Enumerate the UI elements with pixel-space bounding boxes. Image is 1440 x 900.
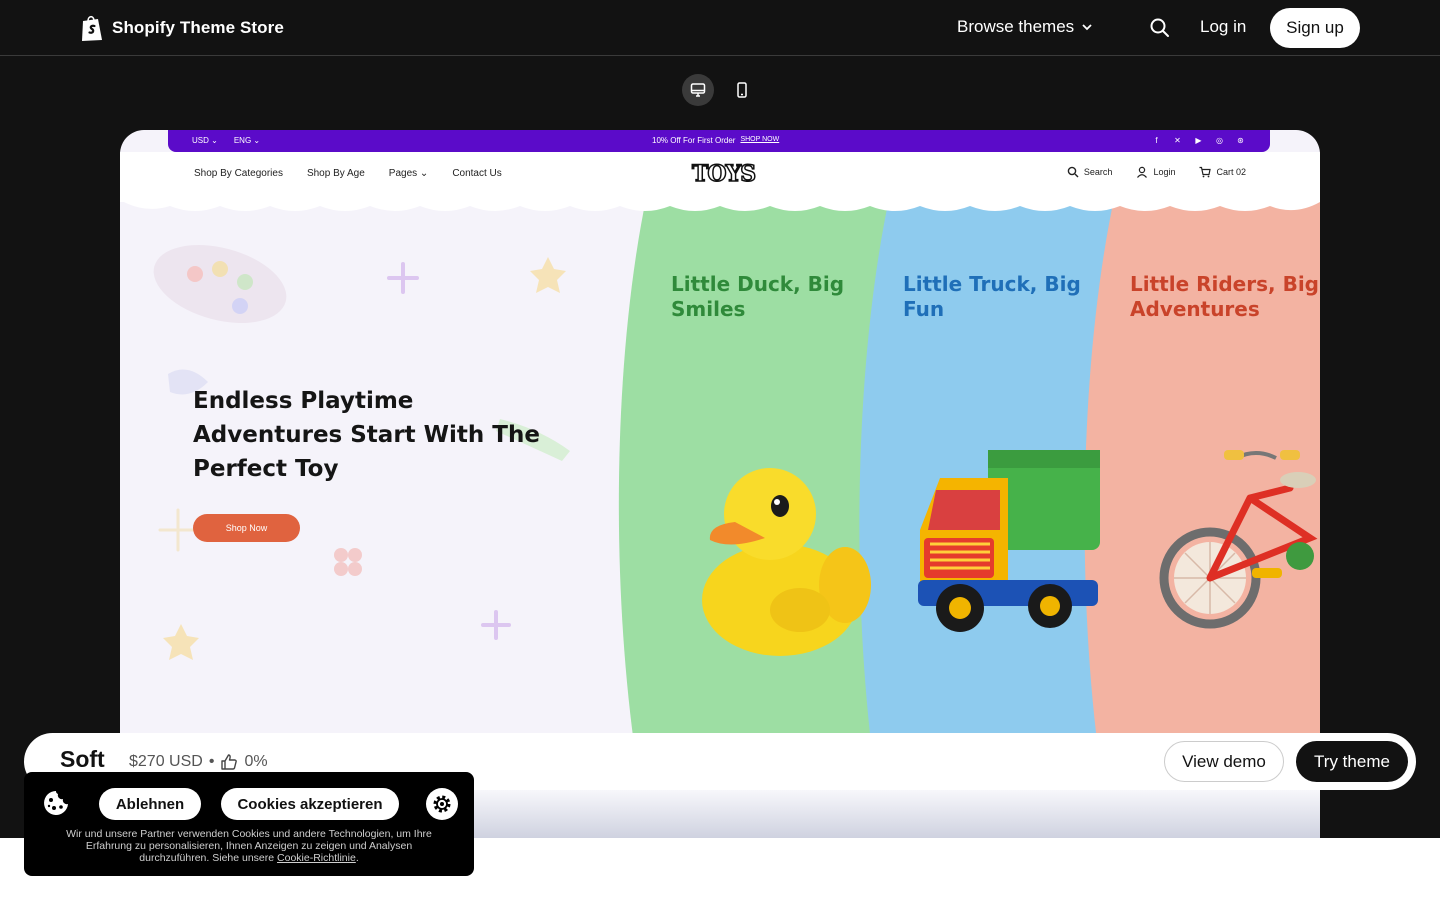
desktop-view-button[interactable] xyxy=(682,74,714,106)
store-search-label: Search xyxy=(1083,167,1113,177)
language-label: ENG xyxy=(233,136,252,145)
instagram-icon[interactable]: ◎ xyxy=(1214,135,1225,146)
mobile-icon xyxy=(737,82,747,98)
theme-price: $270 USD xyxy=(129,753,203,770)
device-toggle xyxy=(682,74,758,106)
cookie-policy-link[interactable]: Cookie-Richtlinie xyxy=(277,852,356,864)
shopify-bag-icon xyxy=(82,15,102,41)
panel-title-line: Smiles xyxy=(671,297,746,321)
top-navigation: Shopify Theme Store Browse themes Log in… xyxy=(0,0,1440,56)
nav-item-categories[interactable]: Shop By Categories xyxy=(194,168,283,179)
cookie-notice-text: Wir und unsere Partner verwenden Cookies… xyxy=(66,828,432,864)
gear-icon xyxy=(433,795,451,813)
try-theme-button[interactable]: Try theme xyxy=(1296,741,1408,782)
panel-title-line: Little Riders, Big xyxy=(1130,272,1319,296)
store-nav: Shop By Categories Shop By Age Pages ⌄ C… xyxy=(194,168,502,179)
cookie-notice: Wir und unsere Partner verwenden Cookies… xyxy=(54,828,444,864)
login-link[interactable]: Log in xyxy=(1200,17,1246,37)
promo-shop-link[interactable]: SHOP NOW xyxy=(740,136,779,145)
panel-title: Little Truck, Big Fun xyxy=(903,272,1081,322)
panel-title-line: Little Duck, Big xyxy=(671,272,845,296)
chevron-down-icon xyxy=(1082,24,1092,31)
language-selector[interactable]: ENG ⌄ xyxy=(234,136,260,145)
kids-bike-image xyxy=(1159,450,1318,629)
x-icon[interactable]: ✕ xyxy=(1172,135,1183,146)
store-cart-label: Cart 02 xyxy=(1216,167,1246,177)
store-login-label: Login xyxy=(1153,167,1176,177)
dribbble-icon[interactable]: ⊛ xyxy=(1235,135,1246,146)
promo-bar: USD ⌄ ENG ⌄ 10% Off For First Order SHOP… xyxy=(168,130,1270,152)
facebook-icon[interactable]: f xyxy=(1151,135,1162,146)
nav-item-age[interactable]: Shop By Age xyxy=(307,168,365,179)
cloud-edge xyxy=(120,200,1320,211)
nav-item-contact[interactable]: Contact Us xyxy=(452,168,501,179)
store-logo[interactable]: TOYS xyxy=(691,160,757,188)
search-icon xyxy=(1067,166,1079,178)
youtube-icon[interactable]: ▶ xyxy=(1193,135,1204,146)
theme-preview: Endless Playtime Adventures Start With T… xyxy=(120,130,1320,838)
theme-rating: 0% xyxy=(244,753,268,770)
store-search[interactable]: Search xyxy=(1067,166,1113,178)
reject-cookies-button[interactable]: Ablehnen xyxy=(99,788,201,820)
brand-name: Shopify Theme Store xyxy=(112,18,284,37)
desktop-icon xyxy=(690,83,706,97)
toy-truck-image xyxy=(918,450,1100,632)
thumbs-up-icon xyxy=(221,754,238,770)
promo-message: 10% Off For First Order SHOP NOW xyxy=(652,136,779,145)
brand[interactable]: Shopify Theme Store xyxy=(80,14,284,42)
meta-separator: • xyxy=(208,753,215,770)
store-header: Shop By Categories Shop By Age Pages ⌄ C… xyxy=(120,152,1320,202)
nav-item-pages[interactable]: Pages ⌄ xyxy=(389,168,429,179)
mobile-view-button[interactable] xyxy=(726,74,758,106)
panel-title-line: Adventures xyxy=(1130,297,1260,321)
cart-icon xyxy=(1199,166,1212,178)
signup-button[interactable]: Sign up xyxy=(1270,8,1360,48)
store-actions: Search Login Cart 02 xyxy=(1067,166,1246,178)
store-cart[interactable]: Cart 02 xyxy=(1199,166,1246,178)
currency-selector[interactable]: USD ⌄ xyxy=(192,136,218,145)
cookie-banner: Ablehnen Cookies akzeptieren Wir und uns… xyxy=(24,772,474,876)
panel-title: Little Duck, Big Smiles xyxy=(671,272,844,322)
cookie-settings-button[interactable] xyxy=(426,788,458,820)
promo-text: 10% Off For First Order xyxy=(652,136,736,145)
theme-name: Soft xyxy=(60,746,105,772)
cookie-icon xyxy=(44,791,68,815)
cookie-notice-end: . xyxy=(355,852,359,864)
search-icon[interactable] xyxy=(1148,16,1172,40)
currency-label: USD xyxy=(192,136,209,145)
panel-title: Little Riders, Big Adventures xyxy=(1130,272,1319,322)
browse-themes-label: Browse themes xyxy=(957,17,1075,36)
promo-selectors: USD ⌄ ENG ⌄ xyxy=(192,136,260,145)
social-links: f ✕ ▶ ◎ ⊛ xyxy=(1151,135,1246,146)
panel-title-line: Fun xyxy=(903,297,945,321)
nav-item-pages-label: Pages xyxy=(388,168,418,179)
accept-cookies-button[interactable]: Cookies akzeptieren xyxy=(221,788,399,820)
browse-themes-menu[interactable]: Browse themes xyxy=(957,17,1094,37)
view-demo-button[interactable]: View demo xyxy=(1164,741,1284,782)
panel-title-line: Little Truck, Big xyxy=(903,272,1081,296)
theme-meta: $270 USD • 0% xyxy=(129,753,268,771)
store-login[interactable]: Login xyxy=(1136,166,1175,178)
user-icon xyxy=(1137,166,1148,178)
rubber-duck-image xyxy=(702,468,871,656)
